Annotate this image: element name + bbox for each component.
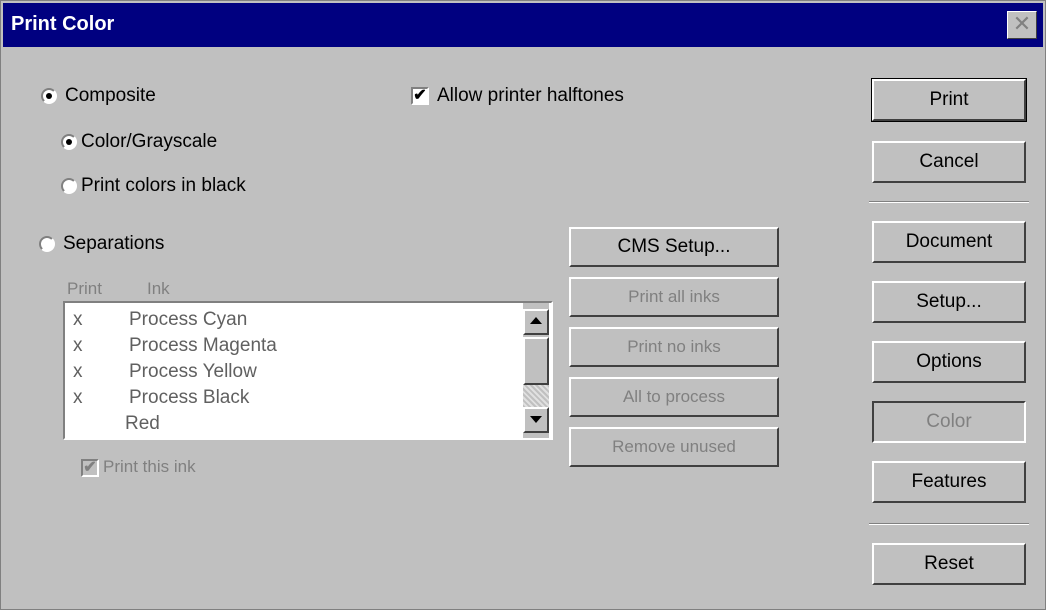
options-button-label: Options <box>916 351 982 372</box>
color-button-label: Color <box>926 411 972 432</box>
cms-setup-label: CMS Setup... <box>617 236 731 257</box>
scroll-thumb[interactable] <box>523 337 549 385</box>
list-item[interactable]: x Process Black <box>69 387 519 413</box>
all-to-process-button[interactable]: All to process <box>569 377 779 417</box>
features-button-label: Features <box>911 471 987 492</box>
cancel-button[interactable]: Cancel <box>872 141 1026 183</box>
separations-radio[interactable] <box>39 236 55 252</box>
list-item[interactable]: x Process Yellow <box>69 361 519 387</box>
ink-list-scrollbar[interactable] <box>523 303 549 438</box>
all-to-process-label: All to process <box>622 387 726 406</box>
print-no-inks-button[interactable]: Print no inks <box>569 327 779 367</box>
close-button[interactable]: ✕ <box>1007 11 1037 39</box>
cancel-button-label: Cancel <box>919 151 979 172</box>
close-icon: ✕ <box>1012 11 1032 36</box>
title-bar[interactable]: Print Color ✕ <box>3 3 1043 47</box>
reset-button-label: Reset <box>924 553 974 574</box>
print-this-ink-checkbox[interactable]: ✔ <box>81 459 99 477</box>
print-black-radio[interactable] <box>61 178 77 194</box>
print-no-inks-label: Print no inks <box>627 337 721 356</box>
ink-print-mark: x <box>73 335 83 356</box>
ink-list[interactable]: x Process Cyan x Process Magenta x Proce… <box>63 301 553 440</box>
window-title: Print Color <box>11 13 115 35</box>
print-all-inks-label: Print all inks <box>628 287 720 306</box>
scroll-up-button[interactable] <box>523 309 549 335</box>
remove-unused-label: Remove unused <box>612 437 736 456</box>
composite-radio[interactable] <box>41 88 57 104</box>
checkmark-icon: ✔ <box>413 87 427 104</box>
color-button[interactable]: Color <box>872 401 1026 443</box>
ink-col-ink-header: Ink <box>147 279 170 298</box>
remove-unused-button[interactable]: Remove unused <box>569 427 779 467</box>
print-button-label: Print <box>929 89 969 110</box>
ink-print-mark: x <box>73 361 83 382</box>
up-arrow-icon <box>530 317 542 324</box>
document-button-label: Document <box>905 231 993 252</box>
ink-col-print-header: Print <box>67 279 102 298</box>
ink-name: Process Yellow <box>129 361 257 382</box>
down-arrow-icon <box>530 416 542 423</box>
cms-setup-button[interactable]: CMS Setup... <box>569 227 779 267</box>
print-button[interactable]: Print <box>871 78 1027 122</box>
list-item[interactable]: x Process Cyan <box>69 309 519 335</box>
print-all-inks-button[interactable]: Print all inks <box>569 277 779 317</box>
halftones-label: Allow printer halftones <box>437 85 624 106</box>
scroll-down-button[interactable] <box>523 407 549 433</box>
separations-label: Separations <box>63 233 165 254</box>
ink-name: Process Magenta <box>129 335 277 356</box>
list-item[interactable]: x Process Magenta <box>69 335 519 361</box>
halftones-checkbox[interactable]: ✔ <box>411 87 429 105</box>
print-this-ink-label: Print this ink <box>103 457 196 476</box>
separator <box>869 523 1029 525</box>
ink-print-mark: x <box>73 387 83 408</box>
separator <box>869 201 1029 203</box>
ink-name: Process Cyan <box>129 309 248 330</box>
reset-button[interactable]: Reset <box>872 543 1026 585</box>
print-color-dialog: Print Color ✕ Composite Color/Grayscale … <box>0 0 1046 610</box>
ink-name: Process Black <box>129 387 250 408</box>
options-button[interactable]: Options <box>872 341 1026 383</box>
color-grayscale-label: Color/Grayscale <box>81 131 218 152</box>
composite-label: Composite <box>65 85 156 106</box>
setup-button-label: Setup... <box>916 291 982 312</box>
document-button[interactable]: Document <box>872 221 1026 263</box>
setup-button[interactable]: Setup... <box>872 281 1026 323</box>
print-black-label: Print colors in black <box>81 175 246 196</box>
checkmark-icon: ✔ <box>83 459 97 476</box>
ink-name: Red <box>125 413 160 434</box>
ink-print-mark: x <box>73 309 83 330</box>
scroll-track[interactable] <box>523 385 549 407</box>
color-grayscale-radio[interactable] <box>61 134 77 150</box>
features-button[interactable]: Features <box>872 461 1026 503</box>
list-item[interactable]: Red <box>69 413 519 439</box>
